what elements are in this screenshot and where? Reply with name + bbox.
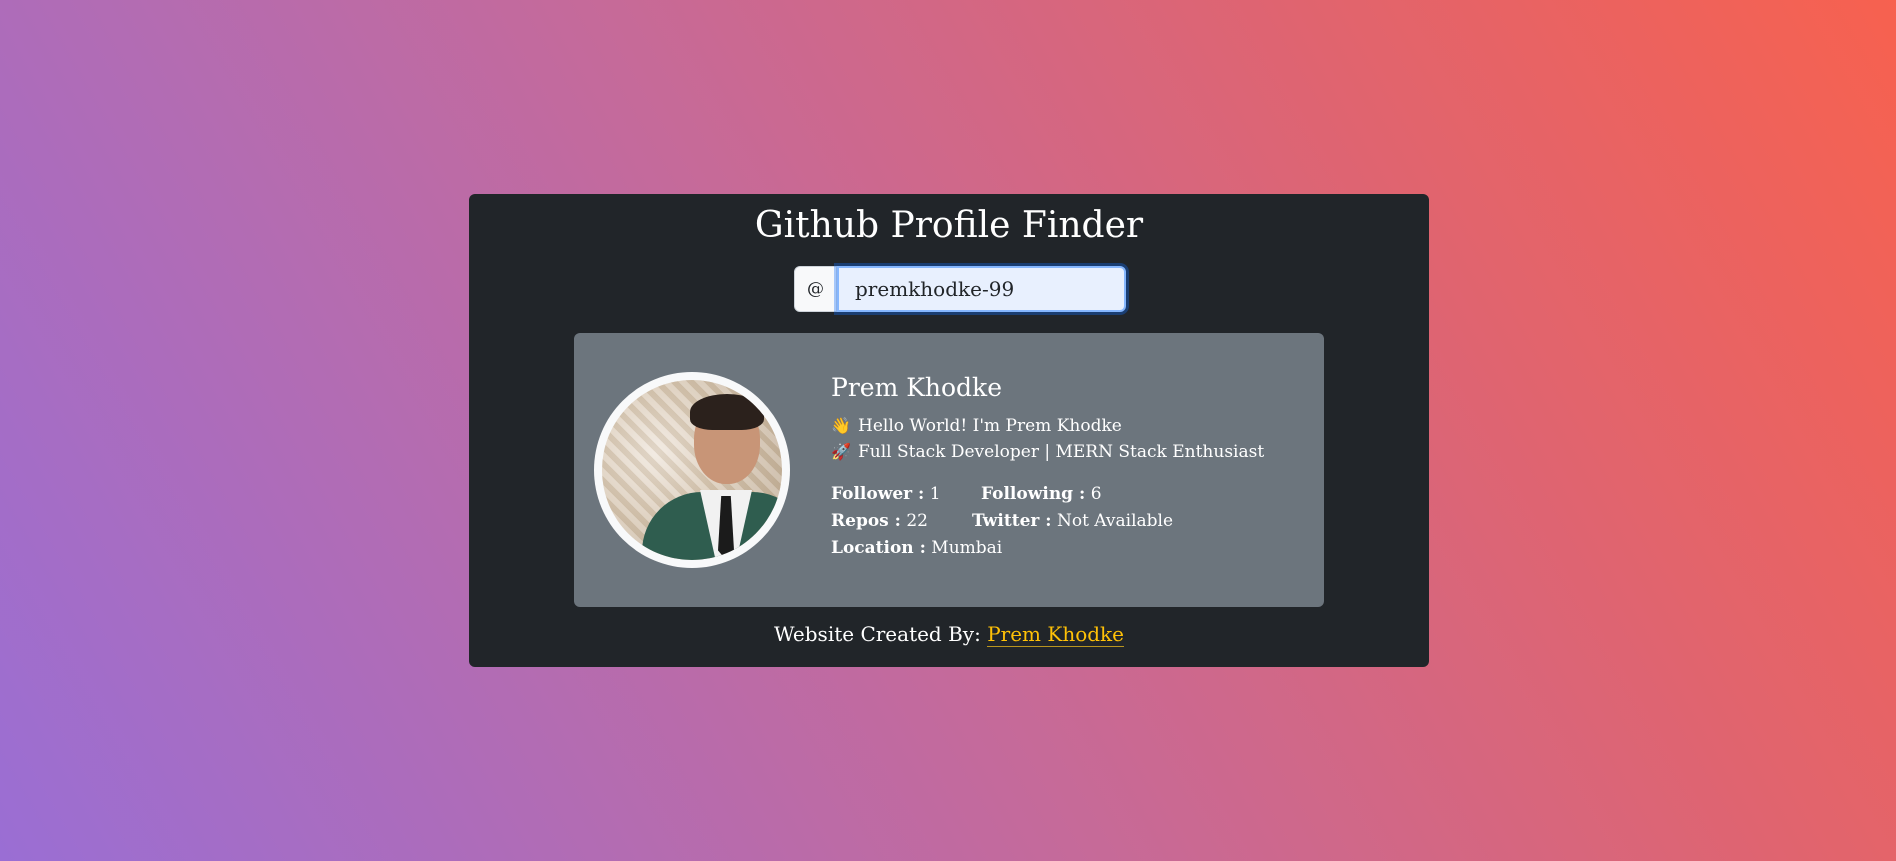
profile-info: Prem Khodke 👋 Hello World! I'm Prem Khod…	[831, 373, 1301, 562]
rocket-icon: 🚀	[831, 442, 851, 461]
location-label: Location :	[831, 538, 926, 558]
profile-card: Prem Khodke 👋 Hello World! I'm Prem Khod…	[574, 333, 1324, 607]
following-value: 6	[1090, 484, 1102, 504]
location-value: Mumbai	[931, 538, 1003, 558]
following-label: Following :	[981, 484, 1086, 504]
follower-label: Follower :	[831, 484, 925, 504]
profile-name: Prem Khodke	[831, 373, 1002, 402]
username-search-input[interactable]	[837, 266, 1126, 312]
waving-hand-icon: 👋	[831, 416, 851, 435]
footer-prefix: Website Created By:	[773, 622, 981, 646]
bio-line-2: 🚀 Full Stack Developer | MERN Stack Enth…	[831, 439, 1301, 465]
avatar-frame	[594, 372, 790, 568]
profile-finder-panel: Github Profile Finder @ Prem Khodke 👋 He…	[469, 194, 1429, 667]
footer-credit: Website Created By: Prem Khodke	[469, 620, 1429, 648]
profile-stats: Follower : 1 Following : 6 Repos : 22 Tw…	[831, 481, 1301, 562]
page-title: Github Profile Finder	[754, 205, 1144, 246]
bio-line-1: 👋 Hello World! I'm Prem Khodke	[831, 413, 1301, 439]
follower-value: 1	[929, 484, 941, 504]
repos-value: 22	[906, 511, 928, 531]
stat-row: Follower : 1 Following : 6	[831, 481, 1301, 508]
at-prefix: @	[794, 266, 837, 312]
bio-text: Hello World! I'm Prem Khodke	[858, 416, 1122, 436]
bio-text: Full Stack Developer | MERN Stack Enthus…	[858, 442, 1265, 462]
twitter-label: Twitter :	[972, 511, 1052, 531]
avatar-hair	[690, 394, 764, 430]
avatar	[602, 380, 782, 560]
twitter-stat: Twitter : Not Available	[972, 508, 1173, 535]
stat-row: Repos : 22 Twitter : Not Available	[831, 508, 1301, 535]
repos-stat: Repos : 22	[831, 508, 972, 535]
repos-label: Repos :	[831, 511, 901, 531]
follower-stat: Follower : 1	[831, 481, 981, 508]
twitter-value: Not Available	[1056, 511, 1174, 531]
stat-row: Location : Mumbai	[831, 535, 1301, 562]
following-stat: Following : 6	[981, 481, 1102, 508]
author-link[interactable]: Prem Khodke	[987, 622, 1124, 647]
search-group: @	[794, 266, 1126, 314]
location-stat: Location : Mumbai	[831, 535, 1002, 562]
